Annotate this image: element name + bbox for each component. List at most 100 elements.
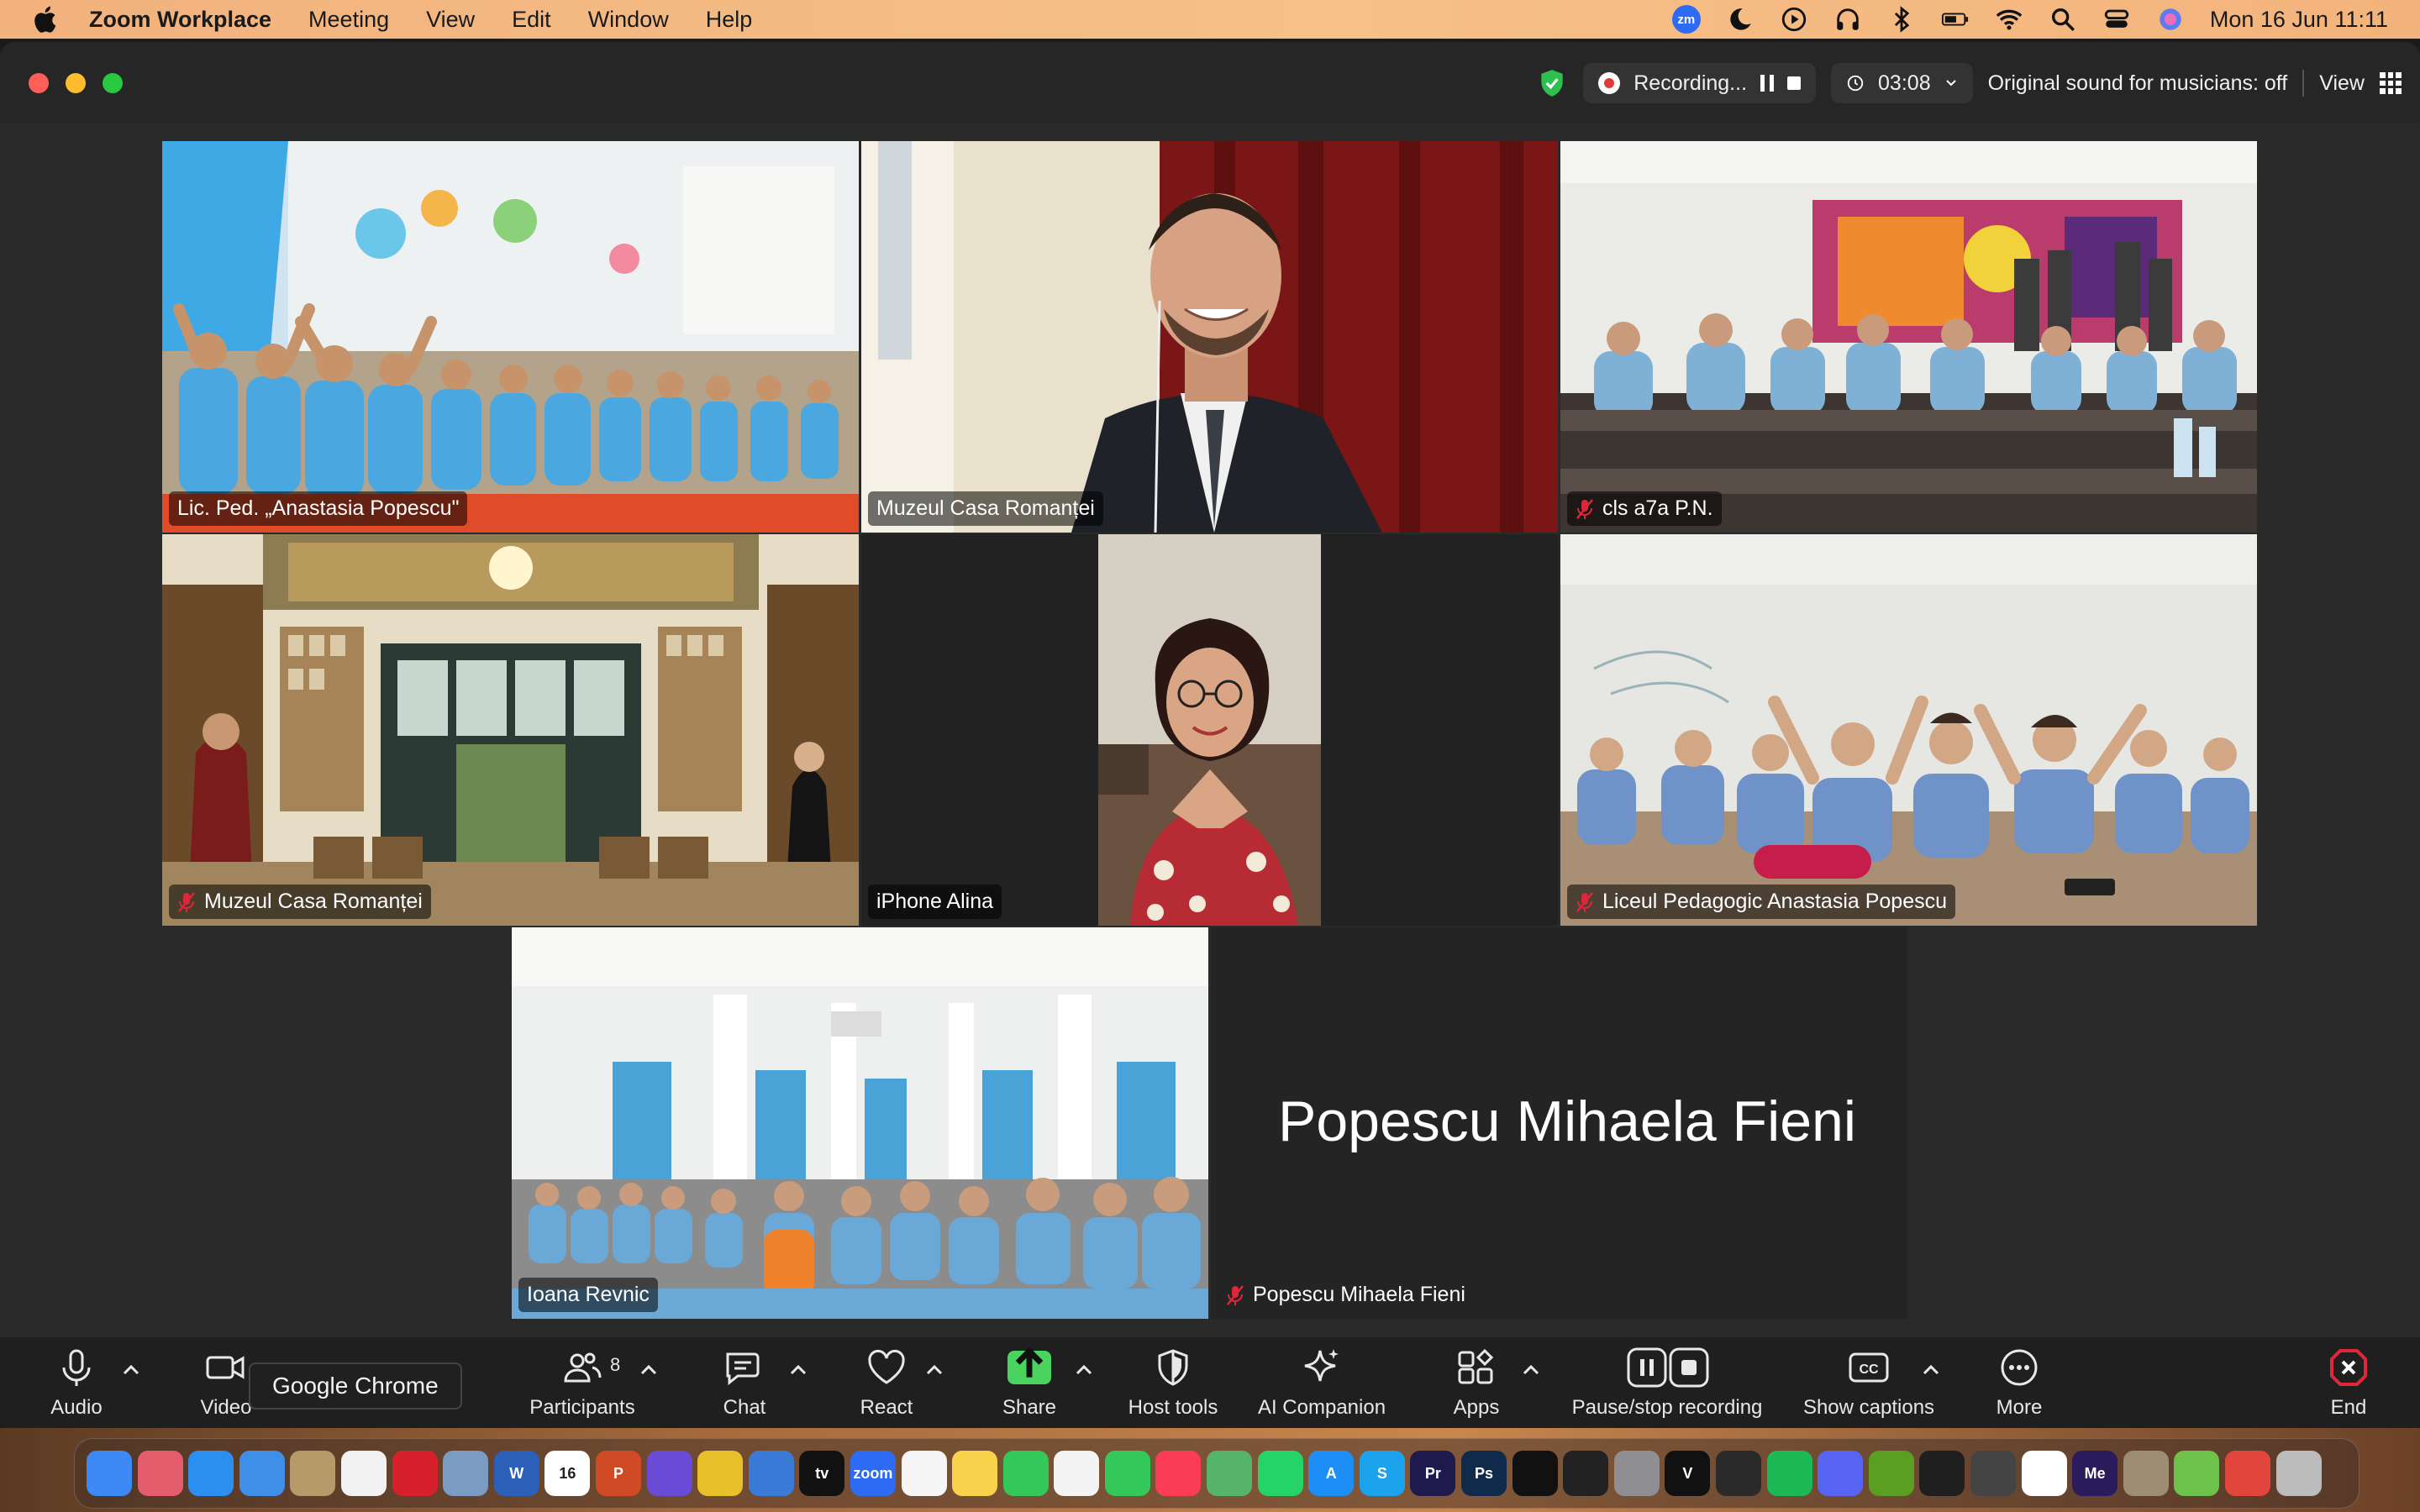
vectorworks-icon[interactable]: V — [1665, 1451, 1711, 1496]
chrome-icon[interactable] — [340, 1451, 387, 1496]
menu-view[interactable]: View — [426, 7, 475, 33]
siri-dock-icon[interactable] — [646, 1451, 692, 1496]
moon-icon[interactable] — [1726, 5, 1754, 34]
microsoft-icon[interactable] — [2021, 1451, 2067, 1496]
headphones-icon[interactable] — [1833, 5, 1862, 34]
whatsapp-icon[interactable] — [1257, 1451, 1303, 1496]
host-tools-button[interactable]: Host tools — [1116, 1346, 1230, 1430]
phone-app-icon[interactable] — [1970, 1451, 2016, 1496]
participants-button[interactable]: Participants — [521, 1346, 644, 1430]
encryption-shield-icon[interactable] — [1536, 67, 1568, 99]
play-icon[interactable] — [1780, 5, 1808, 34]
menu-window[interactable]: Window — [588, 7, 669, 33]
media-encoder-icon[interactable]: Me — [2072, 1451, 2118, 1496]
stop-recording-icon[interactable] — [1787, 76, 1802, 90]
chevron-up-icon[interactable] — [1074, 1362, 1094, 1378]
facetime-icon[interactable] — [1002, 1451, 1049, 1496]
video-tile-camera-off[interactable]: Popescu Mihaela Fieni Popescu Mihaela Fi… — [1211, 927, 1907, 1319]
messages-icon[interactable] — [1104, 1451, 1150, 1496]
meeting-timer[interactable]: 03:08 — [1831, 63, 1973, 103]
preview-icon[interactable] — [443, 1451, 489, 1496]
video-tile-active-speaker[interactable]: iPhone Alina — [861, 534, 1558, 926]
wifi-icon[interactable] — [1995, 5, 2023, 34]
spotify-icon[interactable] — [1766, 1451, 1812, 1496]
share-button[interactable]: Share — [993, 1346, 1065, 1430]
tiktok-icon[interactable] — [1512, 1451, 1558, 1496]
menu-help[interactable]: Help — [706, 7, 753, 33]
menu-edit[interactable]: Edit — [512, 7, 551, 33]
trash-icon[interactable] — [2275, 1451, 2322, 1496]
video-tile[interactable]: Ioana Revnic — [512, 927, 1208, 1319]
more-button[interactable]: More — [1983, 1346, 2055, 1430]
show-captions-button[interactable]: CC Show captions — [1795, 1346, 1943, 1430]
nvidia-icon[interactable] — [1868, 1451, 1914, 1496]
video-tile[interactable]: Lic. Ped. „Anastasia Popescu" — [162, 141, 859, 533]
finder-icon[interactable] — [87, 1451, 132, 1496]
calendar-icon[interactable]: 16 — [544, 1451, 591, 1496]
launchpad-icon[interactable] — [137, 1451, 183, 1496]
mail-icon[interactable] — [239, 1451, 285, 1496]
bluetooth-icon[interactable] — [1887, 5, 1916, 34]
freeform-icon[interactable] — [748, 1451, 794, 1496]
audio-button[interactable]: Audio — [40, 1346, 113, 1430]
chevron-up-icon[interactable] — [639, 1362, 659, 1378]
react-button[interactable]: React — [850, 1346, 923, 1430]
chevron-up-icon[interactable] — [1521, 1362, 1541, 1378]
discord-icon[interactable] — [1818, 1451, 1864, 1496]
menu-clock[interactable]: Mon 16 Jun 11:11 — [2210, 7, 2388, 33]
photos-icon[interactable] — [1054, 1451, 1100, 1496]
gallery-grid-icon[interactable] — [2380, 72, 2402, 94]
app-store-icon[interactable]: A — [1308, 1451, 1355, 1496]
pause-stop-recording-button[interactable]: Pause/stop recording — [1566, 1346, 1768, 1430]
original-sound-toggle[interactable]: Original sound for musicians: off — [1988, 71, 2288, 96]
zoom-icon[interactable]: zm — [1671, 5, 1701, 34]
chat-button[interactable]: Chat — [708, 1346, 781, 1430]
cloud-app-icon[interactable] — [2174, 1451, 2220, 1496]
yellow-app-icon[interactable] — [697, 1451, 744, 1496]
opera-icon[interactable] — [392, 1451, 438, 1496]
chevron-up-icon[interactable] — [1921, 1362, 1941, 1378]
notes-folder-icon[interactable] — [290, 1451, 336, 1496]
apple-icon[interactable] — [32, 5, 57, 34]
end-meeting-button[interactable]: End — [2312, 1346, 2385, 1430]
video-tile[interactable]: cls a7a P.N. — [1560, 141, 2257, 533]
menu-app-name[interactable]: Zoom Workplace — [89, 7, 271, 33]
powerpoint-icon[interactable]: P — [595, 1451, 641, 1496]
search-icon[interactable] — [2049, 5, 2077, 34]
view-button[interactable]: View — [2319, 71, 2365, 96]
music-icon[interactable] — [1155, 1451, 1202, 1496]
creative-cloud-icon[interactable] — [2224, 1451, 2270, 1496]
chevron-up-icon[interactable] — [924, 1362, 944, 1378]
audio-app-icon[interactable] — [1716, 1451, 1761, 1496]
siri-icon[interactable] — [2156, 5, 2185, 34]
close-window-button[interactable] — [29, 73, 49, 93]
pause-recording-icon[interactable] — [1760, 75, 1775, 92]
video-tile[interactable]: Muzeul Casa Romanței — [861, 141, 1558, 533]
system-settings-icon[interactable] — [1613, 1451, 1660, 1496]
maps-icon[interactable] — [1207, 1451, 1253, 1496]
word-icon[interactable]: W — [493, 1451, 539, 1496]
safari-icon[interactable] — [188, 1451, 234, 1496]
menu-meeting[interactable]: Meeting — [308, 7, 389, 33]
reminders-icon[interactable] — [901, 1451, 947, 1496]
notes-icon[interactable] — [952, 1451, 998, 1496]
skype-icon[interactable]: S — [1359, 1451, 1405, 1496]
video-tile[interactable]: Muzeul Casa Romanței — [162, 534, 859, 926]
apps-button[interactable]: Apps — [1440, 1346, 1512, 1430]
premiere-icon[interactable]: Pr — [1410, 1451, 1456, 1496]
photoshop-icon[interactable]: Ps — [1461, 1451, 1507, 1496]
capcut-icon[interactable] — [1563, 1451, 1609, 1496]
minimize-window-button[interactable] — [66, 73, 86, 93]
ai-companion-button[interactable]: AI Companion — [1250, 1346, 1393, 1430]
control-center-icon[interactable] — [2102, 5, 2131, 34]
battery-icon[interactable] — [1941, 5, 1970, 34]
chevron-up-icon[interactable] — [788, 1362, 808, 1378]
chevron-up-icon[interactable] — [121, 1362, 141, 1378]
video-tile[interactable]: Liceul Pedagogic Anastasia Popescu — [1560, 534, 2257, 926]
zoom-dock-icon[interactable]: zoom — [850, 1451, 896, 1496]
more-label: More — [1996, 1396, 2043, 1419]
apple-tv-icon[interactable]: tv — [799, 1451, 845, 1496]
quicktime-icon[interactable] — [1919, 1451, 1965, 1496]
fullscreen-window-button[interactable] — [103, 73, 123, 93]
photo-folder-icon[interactable] — [2123, 1451, 2169, 1496]
